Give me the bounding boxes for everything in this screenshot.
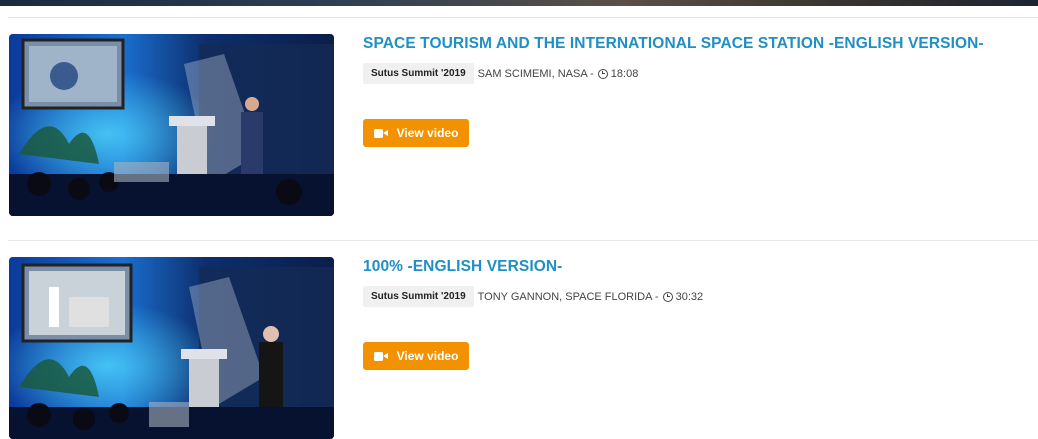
top-banner [0, 0, 1038, 6]
view-video-label: View video [396, 126, 459, 140]
duration-text: 30:32 [675, 290, 704, 303]
view-video-button[interactable]: View video [363, 342, 469, 370]
clock-icon [662, 291, 673, 302]
divider [8, 17, 1038, 18]
speaker-text: TONY GANNON, SPACE FLORIDA - [477, 290, 659, 303]
video-meta: Sutus Summit '2019 SAM SCIMEMI, NASA - 1… [363, 63, 1033, 84]
video-camera-icon [373, 351, 389, 361]
video-info: SPACE TOURISM AND THE INTERNATIONAL SPAC… [363, 34, 1033, 147]
event-badge: Sutus Summit '2019 [363, 286, 474, 307]
conference-stage-thumbnail [9, 34, 334, 216]
video-title[interactable]: SPACE TOURISM AND THE INTERNATIONAL SPAC… [363, 34, 1033, 54]
video-info: 100% -ENGLISH VERSION- Sutus Summit '201… [363, 257, 1033, 370]
video-camera-icon [373, 128, 389, 138]
video-title[interactable]: 100% -ENGLISH VERSION- [363, 257, 1033, 277]
event-badge: Sutus Summit '2019 [363, 63, 474, 84]
video-meta: Sutus Summit '2019 TONY GANNON, SPACE FL… [363, 286, 1033, 307]
conference-stage-thumbnail [9, 257, 334, 439]
video-thumbnail[interactable] [9, 34, 334, 216]
speaker-text: SAM SCIMEMI, NASA - [477, 67, 594, 80]
clock-icon [597, 68, 608, 79]
video-thumbnail[interactable] [9, 257, 334, 439]
divider [8, 240, 1038, 241]
duration-text: 18:08 [610, 67, 639, 80]
view-video-button[interactable]: View video [363, 119, 469, 147]
view-video-label: View video [396, 349, 459, 363]
